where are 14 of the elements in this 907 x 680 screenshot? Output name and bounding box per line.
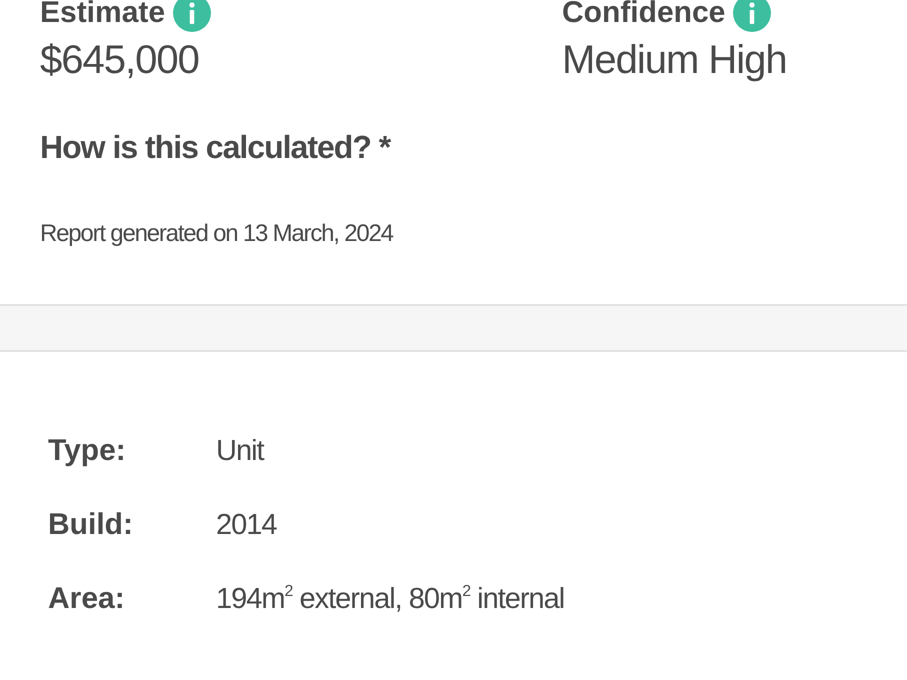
detail-label: Build: xyxy=(48,508,134,542)
metric-value: Medium High xyxy=(562,38,788,83)
detail-label: Type: xyxy=(48,434,127,468)
calculation-link[interactable]: How is this calculated? * xyxy=(40,129,390,166)
detail-value: Unit xyxy=(216,435,266,468)
detail-value: 2014 xyxy=(216,509,278,542)
metric-label: Confidence xyxy=(562,0,726,30)
info-icon[interactable] xyxy=(173,0,212,32)
report-date: Report generated on 13 March, 2024 xyxy=(40,220,393,248)
detail-value: 194m$^{2}$ external, 80m$^{2}$ internal xyxy=(216,583,566,616)
detail-label: Area: xyxy=(48,582,126,616)
info-icon[interactable] xyxy=(733,0,772,32)
metric-label: Estimate xyxy=(40,0,166,30)
metric-value: $645,000 xyxy=(40,38,200,83)
